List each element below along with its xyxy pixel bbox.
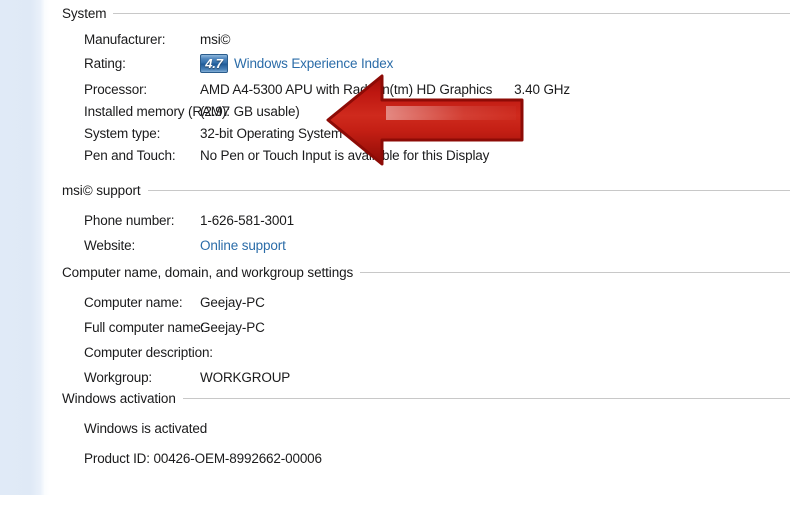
section-computer-name-title: Computer name, domain, and workgroup set…: [62, 264, 354, 280]
label-rating: Rating:: [84, 56, 126, 71]
section-support-rows: Phone number: 1-626-581-3001 Website: On…: [50, 208, 798, 258]
section-activation: Windows activation Windows is activated …: [50, 389, 798, 471]
row-website: Website: Online support: [50, 233, 798, 258]
section-system: System Manufacturer: msi© Rating: 4.7 Wi…: [50, 4, 798, 167]
label-manufacturer: Manufacturer:: [84, 32, 166, 47]
row-rating: Rating: 4.7 Windows Experience Index: [50, 51, 798, 76]
section-support-rule: [147, 189, 790, 191]
section-system-title: System: [62, 5, 107, 21]
online-support-link[interactable]: Online support: [200, 233, 286, 258]
product-id-text: Product ID: 00426-OEM-8992662-00006: [84, 451, 322, 466]
section-activation-rule: [182, 397, 790, 399]
wei-score-badge: 4.7: [200, 54, 228, 73]
value-website[interactable]: Online support: [200, 233, 286, 258]
row-pen-and-touch: Pen and Touch: No Pen or Touch Input is …: [50, 145, 798, 167]
row-computer-description: Computer description:: [50, 340, 798, 365]
section-activation-header: Windows activation: [50, 389, 798, 407]
label-installed-memory: Installed memory (RAM):: [84, 104, 230, 119]
row-system-type: System type: 32-bit Operating System: [50, 123, 798, 145]
wei-link[interactable]: Windows Experience Index: [234, 51, 393, 76]
label-phone-number: Phone number:: [84, 213, 175, 228]
section-support-header: msi© support: [50, 181, 798, 199]
label-computer-description: Computer description:: [84, 345, 213, 360]
value-workgroup: WORKGROUP: [200, 370, 291, 385]
label-pen-and-touch: Pen and Touch:: [84, 148, 176, 163]
label-website: Website:: [84, 238, 136, 253]
value-manufacturer: msi©: [200, 32, 231, 47]
value-processor: AMD A4-5300 APU with Radeon(tm) HD Graph…: [200, 82, 493, 97]
value-processor-speed: 3.40 GHz: [514, 82, 570, 97]
row-full-computer-name: Full computer name: Geejay-PC: [50, 315, 798, 340]
windows-experience-index[interactable]: 4.7 Windows Experience Index: [200, 51, 393, 76]
value-system-type: 32-bit Operating System: [200, 126, 343, 141]
row-workgroup: Workgroup: WORKGROUP: [50, 365, 798, 390]
section-system-header: System: [50, 4, 798, 22]
row-computer-name: Computer name: Geejay-PC: [50, 290, 798, 315]
value-installed-memory: (2.97 GB usable): [200, 104, 300, 119]
row-installed-memory: Installed memory (RAM): (2.97 GB usable): [50, 101, 798, 123]
section-computer-name-rule: [360, 271, 790, 273]
section-system-rows: Manufacturer: msi© Rating: 4.7 Windows E…: [50, 29, 798, 167]
row-processor: Processor: AMD A4-5300 APU with Radeon(t…: [50, 79, 798, 101]
system-properties-content: System Manufacturer: msi© Rating: 4.7 Wi…: [50, 0, 798, 507]
label-processor: Processor:: [84, 82, 148, 97]
section-support-title: msi© support: [62, 182, 141, 198]
label-computer-name: Computer name:: [84, 295, 183, 310]
label-full-computer-name: Full computer name:: [84, 320, 205, 335]
value-phone-number: 1-626-581-3001: [200, 213, 294, 228]
section-computer-name: Computer name, domain, and workgroup set…: [50, 263, 798, 390]
section-activation-title: Windows activation: [62, 390, 176, 406]
row-phone-number: Phone number: 1-626-581-3001: [50, 208, 798, 233]
section-activation-rows: Windows is activated Product ID: 00426-O…: [50, 417, 798, 471]
section-computer-name-rows: Computer name: Geejay-PC Full computer n…: [50, 290, 798, 390]
activation-status-text: Windows is activated: [84, 421, 208, 436]
section-system-rule: [113, 12, 790, 14]
section-support: msi© support Phone number: 1-626-581-300…: [50, 181, 798, 258]
row-manufacturer: Manufacturer: msi©: [50, 29, 798, 51]
left-navigation-gutter: [0, 0, 44, 495]
value-pen-and-touch: No Pen or Touch Input is available for t…: [200, 148, 490, 163]
label-workgroup: Workgroup:: [84, 370, 153, 385]
section-computer-name-header: Computer name, domain, and workgroup set…: [50, 263, 798, 281]
label-system-type: System type:: [84, 126, 161, 141]
value-computer-name: Geejay-PC: [200, 295, 265, 310]
value-full-computer-name: Geejay-PC: [200, 320, 265, 335]
